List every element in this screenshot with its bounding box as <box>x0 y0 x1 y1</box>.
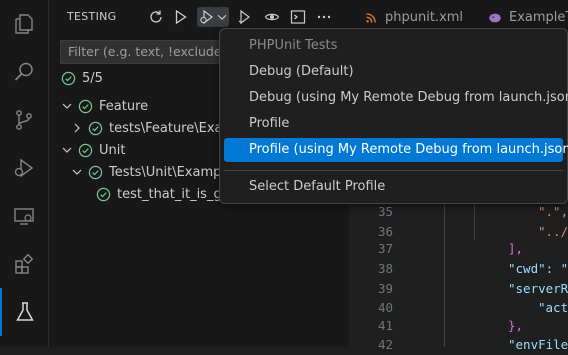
more-actions-button[interactable] <box>314 7 334 27</box>
menu-item-select-default-profile[interactable]: Select Default Profile <box>224 175 563 199</box>
more-icon <box>317 15 331 19</box>
chevron-down-icon[interactable] <box>69 164 85 180</box>
indent-guide <box>444 200 445 347</box>
code-line: "envFile <box>508 337 568 352</box>
tree-item-unit-example[interactable]: Tests\Unit\ExampleT <box>69 161 241 183</box>
line-number: 41 <box>377 318 393 333</box>
code-line: }, <box>508 318 524 333</box>
php-elephant-icon <box>487 10 503 26</box>
remote-explorer-button[interactable] <box>0 192 48 240</box>
search-icon <box>14 62 33 81</box>
line-number: 40 <box>377 300 393 315</box>
remote-explorer-icon <box>14 208 34 225</box>
chevron-right-icon[interactable] <box>69 120 85 136</box>
terminal-icon <box>290 10 306 24</box>
chevron-down-icon[interactable] <box>59 98 75 114</box>
line-number: 37 <box>377 241 393 256</box>
line-number: 42 <box>377 337 393 352</box>
chevron-down-icon <box>217 14 227 20</box>
check-circle-icon <box>77 142 93 158</box>
check-circle-icon <box>61 71 76 85</box>
line-number: 35 <box>377 204 393 219</box>
beaker-icon <box>16 302 34 321</box>
check-circle-icon <box>87 120 103 136</box>
menu-item-debug-default[interactable]: Debug (Default) <box>224 60 563 84</box>
activity-bar <box>0 0 49 347</box>
extensions-icon <box>15 253 34 274</box>
tree-item-label: Unit <box>99 142 126 158</box>
debug-tests-button[interactable] <box>197 7 217 27</box>
code-line: "act <box>538 300 568 315</box>
tree-item-feature-example[interactable]: tests\Feature\Examp <box>69 117 243 139</box>
menu-item-profile-remote[interactable]: Profile (using My Remote Debug from laun… <box>224 138 568 162</box>
show-output-button[interactable] <box>288 7 308 27</box>
line-number: 39 <box>377 281 393 296</box>
tab-label: phpunit.xml <box>385 10 464 25</box>
test-summary-count: 5/5 <box>82 70 103 86</box>
debug-profile-menu: PHPUnit Tests Debug (Default) Debug (usi… <box>219 28 568 204</box>
debug-test-icon <box>200 9 213 25</box>
menu-header: PHPUnit Tests <box>249 38 338 53</box>
menu-separator <box>224 170 563 171</box>
refresh-tests-button[interactable] <box>146 7 166 27</box>
menu-item-profile[interactable]: Profile <box>224 112 563 136</box>
extensions-button[interactable] <box>0 240 48 288</box>
check-circle-icon <box>87 164 103 180</box>
watch-icon <box>264 13 280 21</box>
watch-button[interactable] <box>262 7 282 27</box>
test-summary: 5/5 <box>61 69 103 87</box>
run-with-coverage-icon <box>238 9 250 25</box>
check-circle-icon <box>77 98 93 114</box>
line-number: 38 <box>377 261 393 276</box>
code-line: ".", <box>538 204 568 219</box>
run-tests-button[interactable] <box>171 7 191 27</box>
tab-label: ExampleTe <box>509 10 568 25</box>
tree-item-unit[interactable]: Unit <box>59 139 125 161</box>
code-line: ], <box>508 241 524 256</box>
source-control-icon <box>16 110 32 130</box>
code-line: "serverR <box>508 281 568 296</box>
tree-item-feature[interactable]: Feature <box>59 95 148 117</box>
testing-button[interactable] <box>0 288 48 336</box>
rss-icon <box>363 10 379 26</box>
search-button[interactable] <box>0 48 48 96</box>
files-icon <box>15 14 33 34</box>
refresh-icon <box>150 10 162 23</box>
tree-item-label: Feature <box>99 98 149 114</box>
check-circle-icon <box>95 186 111 202</box>
indent-guide <box>474 200 475 240</box>
menu-item-debug-remote[interactable]: Debug (using My Remote Debug from launch… <box>224 86 568 110</box>
code-line: "cwd": " <box>508 261 568 276</box>
explorer-button[interactable] <box>0 0 48 48</box>
code-line: "../ <box>538 224 568 239</box>
chevron-down-icon[interactable] <box>59 142 75 158</box>
debug-icon <box>14 158 34 178</box>
run-debug-button[interactable] <box>0 144 48 192</box>
debug-profile-dropdown[interactable] <box>215 7 229 27</box>
sidebar-title: TESTING <box>67 10 117 23</box>
run-with-coverage-button[interactable] <box>235 7 255 27</box>
run-icon <box>175 9 187 25</box>
source-control-button[interactable] <box>0 96 48 144</box>
